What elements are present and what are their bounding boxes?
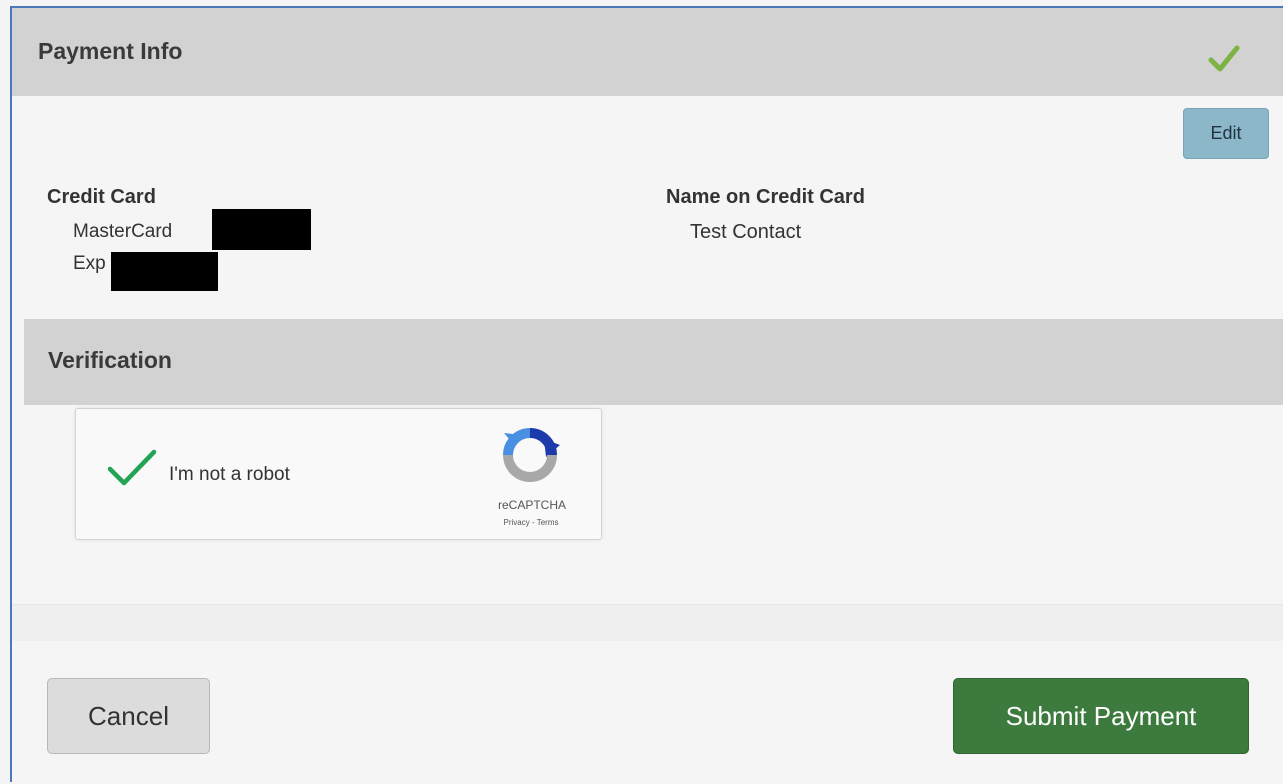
recaptcha-checkbox[interactable] [106,447,158,489]
cancel-button[interactable]: Cancel [47,678,210,754]
credit-card-type: MasterCard [73,221,173,242]
payment-info-header: Payment Info [12,8,1283,96]
payment-form: Payment Info Edit Credit Card MasterCard… [10,6,1283,784]
credit-card-exp-label: Exp [73,253,106,274]
recaptcha-brand: reCAPTCHA [497,498,566,512]
check-icon [1208,45,1240,72]
credit-card-label: Credit Card [47,186,156,208]
name-on-card-label: Name on Credit Card [666,186,865,208]
redacted-expiration [111,252,218,291]
section-divider [12,604,1283,642]
name-on-card-value: Test Contact [690,221,802,243]
payment-info-title: Payment Info [38,38,183,64]
recaptcha-label: I'm not a robot [169,464,290,485]
recaptcha-widget: I'm not a robot reCAPTCHA Privacy - Term… [75,408,602,540]
recaptcha-logo-icon [503,428,560,482]
redacted-card-number [212,209,311,250]
recaptcha-privacy-terms[interactable]: Privacy - Terms [476,518,586,527]
verification-header: Verification [24,319,1283,405]
verification-title: Verification [48,347,172,373]
edit-button[interactable]: Edit [1183,108,1269,159]
submit-payment-button[interactable]: Submit Payment [953,678,1249,754]
